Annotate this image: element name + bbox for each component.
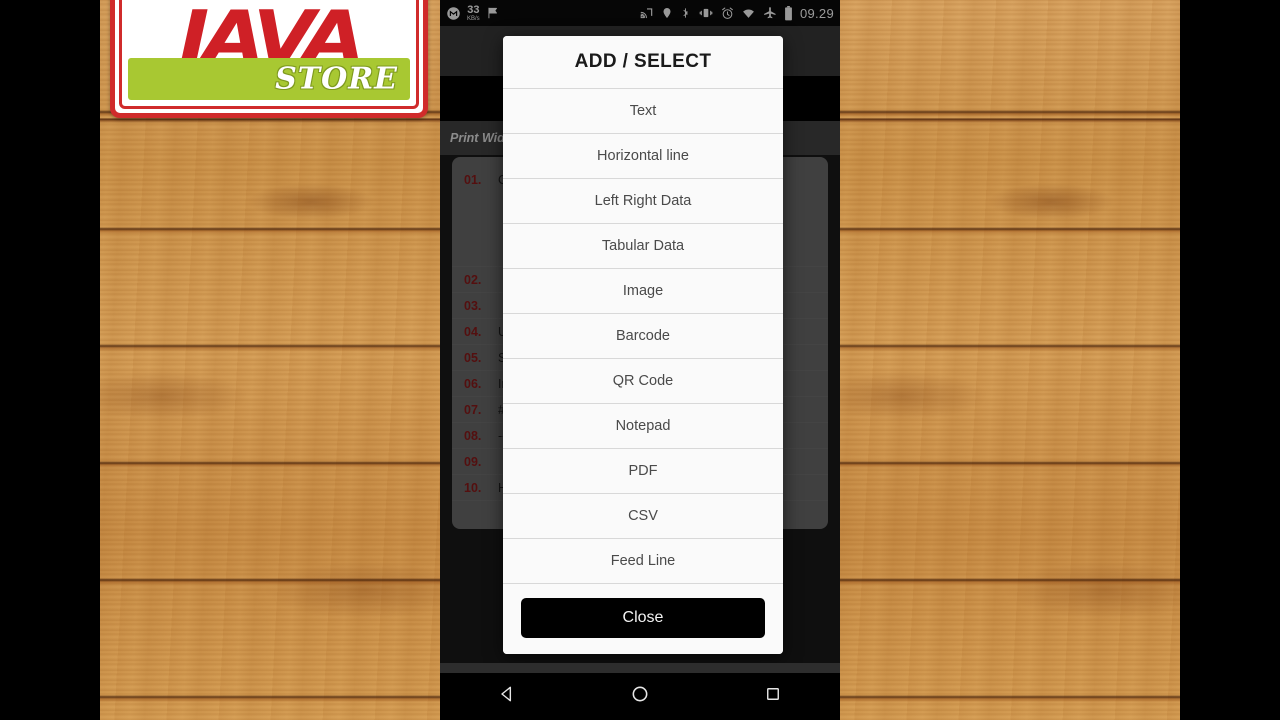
dialog-item-notepad[interactable]: Notepad <box>503 404 783 449</box>
back-triangle-icon <box>497 684 517 709</box>
recents-square-icon <box>764 685 782 708</box>
phone-screen: 33 KB/s 09.29 Print Width 01. 02. 03. 04… <box>440 0 840 720</box>
logo-green-bar: STORE <box>128 58 410 100</box>
dialog-item-barcode[interactable]: Barcode <box>503 314 783 359</box>
letterbox-right <box>1180 0 1280 720</box>
dialog-item-horizontal-line[interactable]: Horizontal line <box>503 134 783 179</box>
logo-inner-frame: JAVA STORE <box>119 0 419 109</box>
nav-back-button[interactable] <box>477 673 537 720</box>
dialog-item-qr-code[interactable]: QR Code <box>503 359 783 404</box>
dialog-title: ADD / SELECT <box>503 36 783 89</box>
screenshot-root: JAVA STORE 33 KB/s 09.29 Print Width 01.… <box>0 0 1280 720</box>
dialog-item-image[interactable]: Image <box>503 269 783 314</box>
nav-recents-button[interactable] <box>743 673 803 720</box>
nav-home-button[interactable] <box>610 673 670 720</box>
dialog-item-feed-line[interactable]: Feed Line <box>503 539 783 584</box>
nav-bar-filler <box>440 663 840 673</box>
add-select-dialog: ADD / SELECT Text Horizontal line Left R… <box>503 36 783 654</box>
dialog-item-text[interactable]: Text <box>503 89 783 134</box>
close-button[interactable]: Close <box>521 598 765 638</box>
logo-store-text: STORE <box>275 61 398 97</box>
dialog-item-pdf[interactable]: PDF <box>503 449 783 494</box>
wood-background-right <box>840 0 1180 720</box>
android-nav-bar <box>440 673 840 720</box>
home-circle-icon <box>630 684 650 709</box>
java-store-logo: JAVA STORE <box>110 0 428 118</box>
letterbox-left <box>0 0 100 720</box>
dialog-item-csv[interactable]: CSV <box>503 494 783 539</box>
dialog-item-left-right-data[interactable]: Left Right Data <box>503 179 783 224</box>
dialog-item-tabular-data[interactable]: Tabular Data <box>503 224 783 269</box>
dialog-footer: Close <box>503 584 783 654</box>
